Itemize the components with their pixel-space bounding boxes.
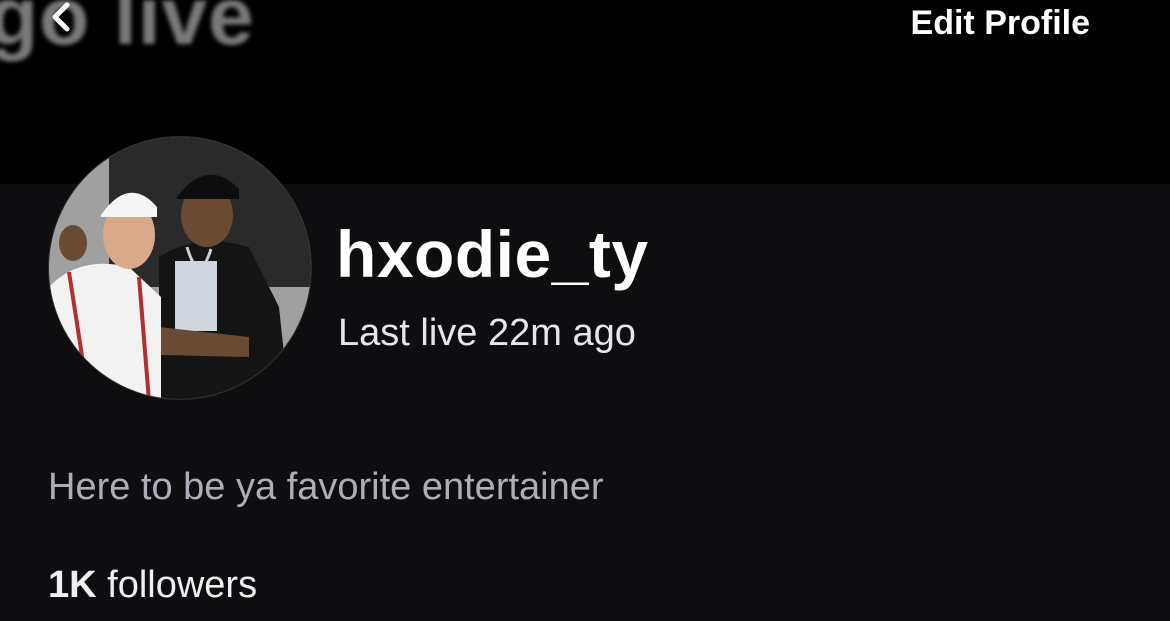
avatar[interactable] (48, 136, 312, 400)
followers-summary[interactable]: 1K followers (48, 564, 257, 607)
bio: Here to be ya favorite entertainer (48, 466, 604, 508)
banner-text: go live (0, 0, 255, 62)
profile-page: go live Edit Profile hxodie_ty Last live… (0, 0, 1170, 621)
username: hxodie_ty (336, 217, 649, 291)
chevron-left-icon (52, 2, 70, 32)
followers-label: followers (107, 564, 258, 606)
back-button[interactable] (40, 0, 84, 36)
followers-count: 1K (48, 564, 97, 606)
edit-profile-button[interactable]: Edit Profile (911, 4, 1090, 43)
last-live-status: Last live 22m ago (338, 312, 636, 354)
